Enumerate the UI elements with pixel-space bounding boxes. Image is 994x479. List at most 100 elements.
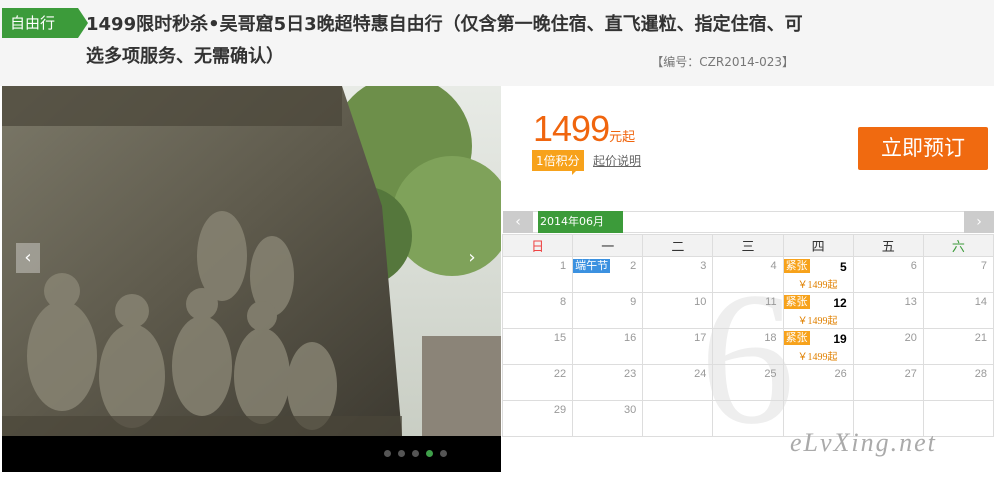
day-number: 5 (840, 260, 847, 274)
day-number: 27 (904, 368, 917, 380)
book-now-button[interactable]: 立即预订 (858, 127, 988, 170)
weekday-header: 三 (712, 234, 784, 257)
weekday-header: 一 (572, 234, 644, 257)
calendar-week-row: 8 9 10 11 12 紧张 ￥1499起 13 14 (501, 292, 994, 329)
price-explain-link[interactable]: 起价说明 (593, 152, 641, 169)
calendar-day-cell[interactable]: 23 (572, 364, 644, 401)
weekday-header: 四 (782, 234, 854, 257)
availability-badge: 紧张 (783, 295, 810, 309)
price-calendar: 日一二三四五六 1 2 端午节 3 4 5 紧张 ￥1499起 6 7 8 9 10 11 12 紧张 ￥149… (501, 234, 994, 437)
calendar-day-cell[interactable]: 20 (852, 328, 924, 365)
calendar-week-row: 1 2 端午节 3 4 5 紧张 ￥1499起 6 7 (501, 256, 994, 293)
calendar-day-cell[interactable]: 7 (922, 256, 994, 293)
day-number: 30 (624, 404, 637, 416)
day-number: 11 (765, 296, 777, 308)
calendar-day-cell[interactable]: 10 (642, 292, 714, 329)
calendar-day-cell[interactable]: 8 (501, 292, 574, 329)
day-number: 19 (833, 332, 847, 346)
day-number: 26 (834, 368, 847, 380)
calendar-day-cell[interactable]: 15 (501, 328, 574, 365)
calendar-day-cell (712, 400, 784, 437)
slide-indicator-bar (2, 436, 501, 472)
slide-dot[interactable] (426, 450, 433, 457)
calendar-next-button[interactable]: › (964, 211, 994, 233)
calendar-day-cell[interactable]: 19 紧张 ￥1499起 (782, 328, 854, 365)
watermark-text: eLvXing.net (790, 428, 937, 457)
slide-prev-button[interactable]: ‹ (16, 243, 40, 273)
calendar-day-cell[interactable]: 16 (572, 328, 644, 365)
calendar-day-cell[interactable]: 9 (572, 292, 644, 329)
day-price: ￥1499起 (797, 352, 838, 363)
calendar-day-cell[interactable]: 6 (852, 256, 924, 293)
calendar-day-cell[interactable]: 18 (712, 328, 784, 365)
slide-dot[interactable] (440, 450, 447, 457)
day-number: 1 (560, 260, 567, 272)
slide-dot[interactable] (384, 450, 391, 457)
slide-dot[interactable] (412, 450, 419, 457)
calendar-day-cell[interactable]: 30 (572, 400, 644, 437)
day-number: 17 (694, 332, 707, 344)
calendar-day-cell[interactable]: 29 (501, 400, 574, 437)
calendar-day-cell[interactable]: 24 (642, 364, 714, 401)
calendar-week-row: 15 16 17 18 19 紧张 ￥1499起 20 21 (501, 328, 994, 365)
price-unit: 元起 (609, 130, 636, 145)
day-number: 6 (910, 260, 917, 272)
weekday-header: 六 (922, 234, 994, 257)
day-number: 21 (974, 332, 987, 344)
day-price: ￥1499起 (797, 280, 838, 291)
calendar-day-cell[interactable]: 12 紧张 ￥1499起 (782, 292, 854, 329)
price-display: 1499元起 (533, 108, 635, 150)
calendar-day-cell[interactable]: 13 (852, 292, 924, 329)
day-price: ￥1499起 (797, 316, 838, 327)
price-value: 1499 (533, 108, 610, 149)
product-header: 自由行 1499限时秒杀•吴哥窟5日3晚超特惠自由行（仅含第一晚住宿、直飞暹粒、… (0, 0, 994, 86)
photo-slideshow[interactable]: ‹ › (2, 86, 501, 472)
day-number: 29 (553, 404, 567, 416)
calendar-day-cell[interactable]: 2 端午节 (572, 256, 644, 293)
day-number: 16 (624, 332, 637, 344)
availability-badge: 紧张 (783, 259, 810, 273)
day-number: 7 (980, 260, 987, 272)
calendar-day-cell[interactable]: 3 (642, 256, 714, 293)
product-code: 【编号：CZR2014-023】 (651, 55, 794, 69)
day-number: 3 (700, 260, 707, 272)
holiday-badge: 端午节 (573, 259, 611, 273)
weekday-header: 二 (642, 234, 714, 257)
day-number: 14 (974, 296, 987, 308)
calendar-day-cell[interactable]: 4 (712, 256, 784, 293)
day-number: 24 (694, 368, 707, 380)
calendar-week-row: 22 23 24 25 26 27 28 (501, 364, 994, 401)
day-number: 25 (764, 368, 777, 380)
weekday-header: 日 (501, 234, 574, 257)
calendar-day-cell[interactable]: 14 (922, 292, 994, 329)
availability-badge: 紧张 (783, 331, 810, 345)
day-number: 15 (553, 332, 567, 344)
calendar-day-cell[interactable]: 11 (712, 292, 784, 329)
day-number: 23 (624, 368, 637, 380)
day-number: 28 (974, 368, 987, 380)
calendar-day-cell[interactable]: 1 (501, 256, 574, 293)
calendar-day-cell[interactable]: 21 (922, 328, 994, 365)
calendar-day-cell[interactable]: 25 (712, 364, 784, 401)
weekday-header: 五 (852, 234, 924, 257)
day-number: 4 (770, 260, 777, 272)
slide-dot[interactable] (398, 450, 405, 457)
calendar-day-cell[interactable]: 17 (642, 328, 714, 365)
calendar-day-cell[interactable]: 26 (782, 364, 854, 401)
slide-next-button[interactable]: › (460, 243, 484, 273)
calendar-day-cell[interactable]: 5 紧张 ￥1499起 (782, 256, 854, 293)
day-number: 2 (630, 260, 637, 272)
calendar-month-label: 2014年06月 (538, 211, 623, 233)
day-number: 18 (764, 332, 777, 344)
calendar-day-cell[interactable]: 28 (922, 364, 994, 401)
day-number: 12 (833, 296, 847, 310)
angkor-temple-photo (2, 86, 501, 436)
day-number: 10 (694, 296, 707, 308)
calendar-day-cell (642, 400, 714, 437)
calendar-prev-button[interactable]: ‹ (503, 211, 533, 233)
slide-dots (384, 450, 447, 457)
category-tag: 自由行 (2, 8, 88, 38)
calendar-day-cell[interactable]: 27 (852, 364, 924, 401)
calendar-day-cell[interactable]: 22 (501, 364, 574, 401)
points-badge: 1倍积分 (532, 150, 584, 175)
